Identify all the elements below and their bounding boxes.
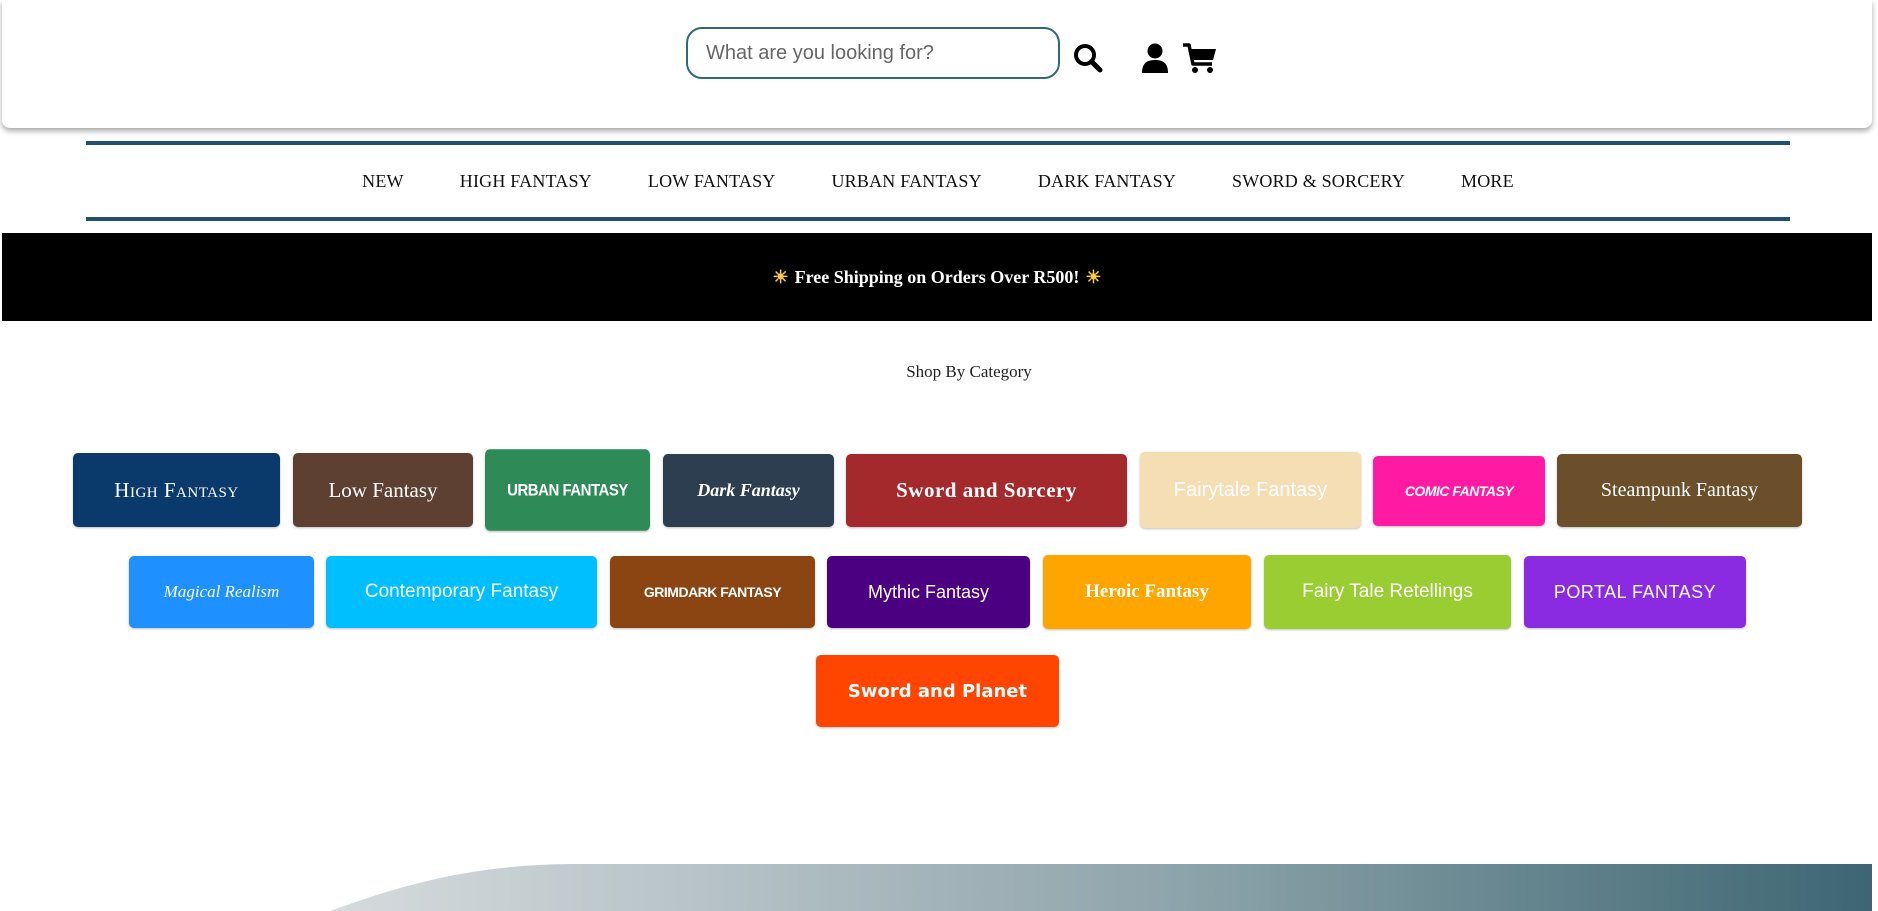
category-contemporary-fantasy[interactable]: Contemporary Fantasy (326, 556, 597, 628)
promo-text: Free Shipping on Orders Over R500! (794, 266, 1080, 287)
cart-icon[interactable] (1180, 40, 1220, 76)
nav-new[interactable]: NEW (362, 171, 404, 192)
section-title: Shop By Category (906, 362, 1032, 381)
category-comic-fantasy[interactable]: COMIC FANTASY (1373, 456, 1545, 526)
category-magical-realism[interactable]: Magical Realism (129, 556, 314, 628)
category-urban-fantasy[interactable]: URBAN FANTASY (485, 449, 650, 531)
nav-urban-fantasy[interactable]: URBAN FANTASY (831, 171, 981, 192)
category-fairy-tale-retellings[interactable]: Fairy Tale Retellings (1264, 555, 1511, 629)
category-portal-fantasy[interactable]: PORTAL FANTASY (1524, 556, 1746, 628)
nav-sword-sorcery[interactable]: SWORD & SORCERY (1232, 171, 1405, 192)
category-low-fantasy[interactable]: Low Fantasy (293, 453, 473, 527)
category-sword-and-planet[interactable]: Sword and Planet (816, 655, 1059, 727)
nav-high-fantasy[interactable]: HIGH FANTASY (460, 171, 592, 192)
promo-banner: ☀ Free Shipping on Orders Over R500! ☀ (2, 233, 1872, 321)
main-nav: NEW HIGH FANTASY LOW FANTASY URBAN FANTA… (86, 141, 1790, 221)
nav-low-fantasy[interactable]: LOW FANTASY (648, 171, 776, 192)
search-input[interactable] (686, 27, 1060, 79)
nav-more[interactable]: MORE (1461, 171, 1514, 192)
category-fairytale-fantasy[interactable]: Fairytale Fantasy (1140, 452, 1361, 528)
nav-dark-fantasy[interactable]: DARK FANTASY (1038, 171, 1176, 192)
category-steampunk-fantasy[interactable]: Steampunk Fantasy (1557, 454, 1802, 527)
search-icon[interactable] (1071, 40, 1105, 76)
category-dark-fantasy[interactable]: Dark Fantasy (663, 454, 834, 527)
user-icon[interactable] (1140, 40, 1170, 76)
footer-wave (330, 864, 1872, 911)
category-high-fantasy[interactable]: High Fantasy (73, 453, 280, 527)
sun-icon: ☀ (1085, 266, 1102, 287)
category-grid: High Fantasy Low Fantasy URBAN FANTASY D… (0, 0, 1878, 911)
category-sword-and-sorcery[interactable]: Sword and Sorcery (846, 454, 1127, 527)
category-heroic-fantasy[interactable]: Heroic Fantasy (1043, 555, 1251, 629)
category-mythic-fantasy[interactable]: Mythic Fantasy (827, 556, 1030, 628)
sun-icon: ☀ (772, 266, 789, 287)
category-grimdark-fantasy[interactable]: GRIMDARK FANTASY (610, 556, 815, 628)
site-header (2, 0, 1872, 128)
